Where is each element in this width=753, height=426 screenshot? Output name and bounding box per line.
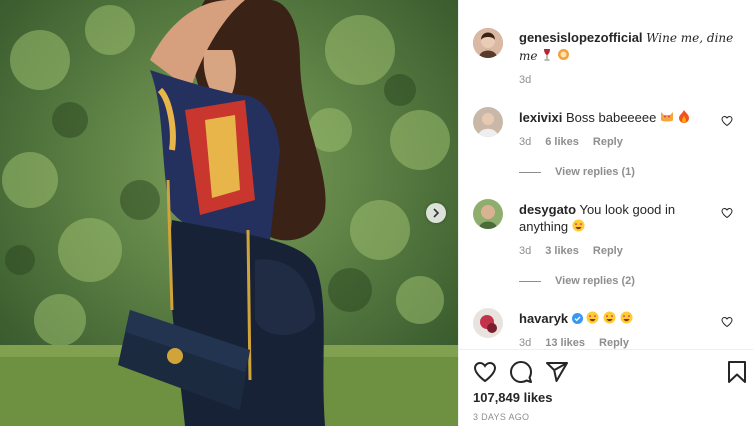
reply-button[interactable]: Reply <box>593 245 623 257</box>
divider-line <box>519 280 541 282</box>
caption-meta: 3d <box>519 74 531 86</box>
comment-text-row: lexivixi Boss babeeeee <box>519 109 709 127</box>
comment-text-row: havaryk <box>519 310 709 328</box>
photo-illustration <box>0 0 458 426</box>
comment-meta: 3d 13 likes Reply <box>519 337 629 349</box>
comment-age: 3d <box>519 136 532 148</box>
action-bar <box>459 352 753 392</box>
fork-plate-icon <box>557 48 570 65</box>
avatar-image <box>473 107 503 137</box>
caption-username[interactable]: genesislopezofficial <box>519 30 643 45</box>
divider-line <box>519 171 541 173</box>
reply-button[interactable]: Reply <box>599 337 629 349</box>
comment-username[interactable]: desygato <box>519 202 576 217</box>
like-heart-icon[interactable] <box>473 360 497 384</box>
comment-meta: 3d 3 likes Reply <box>519 245 623 257</box>
next-photo-button[interactable] <box>426 203 446 223</box>
comment-bubble-icon[interactable] <box>509 360 533 384</box>
like-comment-heart-icon[interactable] <box>721 207 733 219</box>
reply-button[interactable]: Reply <box>593 136 623 148</box>
avatar[interactable] <box>473 107 503 137</box>
section-divider <box>459 349 753 350</box>
wine-glass-icon <box>541 48 553 65</box>
view-replies-label: View replies (1) <box>555 166 635 178</box>
comment-age: 3d <box>519 337 532 349</box>
chevron-right-icon <box>433 208 440 218</box>
caption: genesislopezofficial Wine me, dine me <box>519 29 739 65</box>
view-replies-label: View replies (2) <box>555 275 635 287</box>
comment-text: Boss babeeeee <box>566 110 657 125</box>
view-replies-button[interactable]: View replies (2) <box>519 275 635 287</box>
fire-icon <box>678 110 690 127</box>
avatar-image <box>473 308 503 338</box>
heart-eyes-icon <box>586 311 599 328</box>
likes-count[interactable]: 107,849 likes <box>473 390 553 405</box>
heart-eyes-icon <box>572 219 585 236</box>
verified-badge-icon <box>571 311 583 328</box>
bookmark-icon[interactable] <box>725 360 749 384</box>
post-timestamp[interactable]: 3 DAYS AGO <box>473 412 529 422</box>
avatar[interactable] <box>473 28 503 58</box>
comments-list: genesislopezofficial Wine me, dine me 3d… <box>459 0 753 349</box>
comment-username[interactable]: lexivixi <box>519 110 562 125</box>
avatar[interactable] <box>473 199 503 229</box>
like-comment-heart-icon[interactable] <box>721 115 733 127</box>
comment-likes[interactable]: 6 likes <box>545 136 579 148</box>
comment-likes[interactable]: 13 likes <box>545 337 585 349</box>
comment-meta: 3d 6 likes Reply <box>519 136 623 148</box>
comment-text-row: desygato You look good in anything <box>519 201 699 236</box>
post-photo[interactable] <box>0 0 458 426</box>
share-send-icon[interactable] <box>545 360 569 384</box>
heart-eyes-cat-icon <box>660 110 674 127</box>
comment-likes[interactable]: 3 likes <box>545 245 579 257</box>
caption-age: 3d <box>519 74 532 86</box>
comment-age: 3d <box>519 245 532 257</box>
avatar-image <box>473 199 503 229</box>
post-sidebar: genesislopezofficial Wine me, dine me 3d… <box>458 0 753 426</box>
comment-username[interactable]: havaryk <box>519 311 568 326</box>
avatar[interactable] <box>473 308 503 338</box>
like-comment-heart-icon[interactable] <box>721 316 733 328</box>
view-replies-button[interactable]: View replies (1) <box>519 166 635 178</box>
heart-eyes-icon <box>603 311 616 328</box>
heart-eyes-icon <box>620 311 633 328</box>
avatar-image <box>473 28 503 58</box>
